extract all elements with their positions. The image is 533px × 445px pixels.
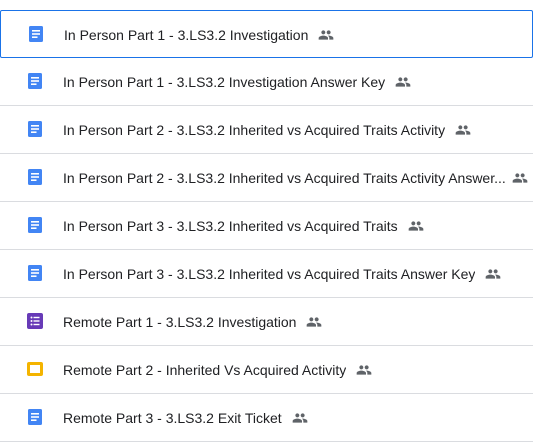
slides-icon xyxy=(27,361,43,377)
doc-icon xyxy=(28,26,44,42)
shared-people-icon xyxy=(455,122,471,138)
file-name-container: In Person Part 2 - 3.LS3.2 Inherited vs … xyxy=(63,106,471,154)
file-name: In Person Part 1 - 3.LS3.2 Investigation xyxy=(64,27,309,43)
file-name: In Person Part 1 - 3.LS3.2 Investigation… xyxy=(63,74,386,90)
shared-people-icon xyxy=(408,218,424,234)
file-name: In Person Part 2 - 3.LS3.2 Inherited vs … xyxy=(63,170,506,186)
file-name: In Person Part 2 - 3.LS3.2 Inherited vs … xyxy=(63,122,446,138)
shared-people-icon xyxy=(512,170,528,186)
file-name-container: In Person Part 1 - 3.LS3.2 Investigation… xyxy=(63,58,411,106)
shared-people-icon xyxy=(292,410,308,426)
file-name-container: Remote Part 2 - Inherited Vs Acquired Ac… xyxy=(63,346,372,394)
doc-icon xyxy=(27,121,43,137)
file-row[interactable]: In Person Part 1 - 3.LS3.2 Investigation xyxy=(0,10,533,58)
doc-icon xyxy=(27,409,43,425)
form-icon xyxy=(27,313,43,329)
doc-icon xyxy=(27,265,43,281)
file-name: Remote Part 2 - Inherited Vs Acquired Ac… xyxy=(63,362,347,378)
shared-people-icon xyxy=(485,266,501,282)
doc-icon xyxy=(27,73,43,89)
file-row[interactable]: In Person Part 1 - 3.LS3.2 Investigation… xyxy=(0,58,533,106)
file-name-container: In Person Part 2 - 3.LS3.2 Inherited vs … xyxy=(63,154,528,202)
file-row[interactable]: In Person Part 2 - 3.LS3.2 Inherited vs … xyxy=(0,154,533,202)
file-name: Remote Part 3 - 3.LS3.2 Exit Ticket xyxy=(63,410,282,426)
file-name-container: In Person Part 1 - 3.LS3.2 Investigation xyxy=(64,11,334,59)
shared-people-icon xyxy=(356,362,372,378)
file-name: Remote Part 1 - 3.LS3.2 Investigation xyxy=(63,314,297,330)
file-row[interactable]: In Person Part 2 - 3.LS3.2 Inherited vs … xyxy=(0,106,533,154)
shared-people-icon xyxy=(306,314,322,330)
doc-icon xyxy=(27,217,43,233)
shared-people-icon xyxy=(395,74,411,90)
file-row[interactable]: Remote Part 2 - Inherited Vs Acquired Ac… xyxy=(0,346,533,394)
file-name: In Person Part 3 - 3.LS3.2 Inherited vs … xyxy=(63,218,398,234)
file-row[interactable]: In Person Part 3 - 3.LS3.2 Inherited vs … xyxy=(0,202,533,250)
file-name-container: Remote Part 1 - 3.LS3.2 Investigation xyxy=(63,298,322,346)
file-list: In Person Part 1 - 3.LS3.2 Investigation… xyxy=(0,0,533,445)
file-name: In Person Part 3 - 3.LS3.2 Inherited vs … xyxy=(63,266,476,282)
file-row[interactable]: In Person Part 3 - 3.LS3.2 Inherited vs … xyxy=(0,250,533,298)
shared-people-icon xyxy=(318,27,334,43)
file-name-container: Remote Part 3 - 3.LS3.2 Exit Ticket xyxy=(63,394,308,442)
doc-icon xyxy=(27,169,43,185)
file-name-container: In Person Part 3 - 3.LS3.2 Inherited vs … xyxy=(63,250,501,298)
file-row[interactable]: Remote Part 1 - 3.LS3.2 Investigation xyxy=(0,298,533,346)
file-name-container: In Person Part 3 - 3.LS3.2 Inherited vs … xyxy=(63,202,424,250)
file-row[interactable]: Remote Part 3 - 3.LS3.2 Exit Ticket xyxy=(0,394,533,442)
